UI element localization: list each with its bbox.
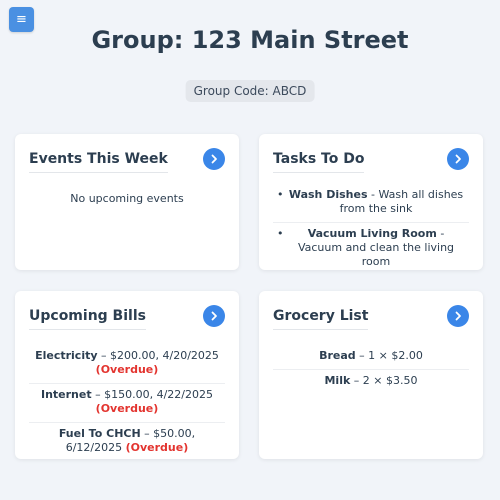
events-card-header: Events This Week [29, 148, 225, 178]
grocery-card-header: Grocery List [273, 305, 469, 335]
grocery-details: – 1 × $2.00 [355, 349, 423, 362]
overdue-badge: (Overdue) [95, 402, 159, 415]
events-open-button[interactable] [203, 148, 225, 170]
bill-item[interactable]: Internet – $150.00, 4/22/2025 (Overdue) [29, 383, 225, 422]
dashboard-page: ≡ Group: 123 Main Street Group Code: ABC… [0, 0, 500, 500]
chevron-right-icon [211, 154, 217, 164]
bills-open-button[interactable] [203, 305, 225, 327]
bill-item[interactable]: Electricity – $200.00, 4/20/2025 (Overdu… [29, 345, 225, 383]
tasks-card-body: • Wash Dishes - Wash all dishes from the… [273, 184, 469, 275]
bullet-icon: • [277, 227, 284, 240]
grocery-item[interactable]: Milk – 2 × $3.50 [273, 369, 469, 394]
bills-card-header: Upcoming Bills [29, 305, 225, 335]
bill-item[interactable]: Fuel To CHCH – $50.00, 6/12/2025 (Overdu… [29, 422, 225, 461]
grocery-name: Bread [319, 349, 356, 362]
bill-name: Fuel To CHCH [58, 427, 141, 440]
tasks-card-header: Tasks To Do [273, 148, 469, 178]
task-name: Wash Dishes [288, 188, 368, 201]
tasks-card-title: Tasks To Do [273, 151, 365, 173]
bullet-icon: • [277, 188, 284, 201]
bill-details: – $200.00, 4/20/2025 [97, 349, 219, 362]
bill-name: Internet [40, 388, 92, 401]
chevron-right-icon [211, 311, 217, 321]
grocery-open-button[interactable] [447, 305, 469, 327]
events-empty-message: No upcoming events [70, 192, 184, 205]
chevron-right-icon [455, 154, 461, 164]
task-item[interactable]: • Vacuum Living Room - Vacuum and clean … [273, 222, 469, 275]
grocery-name: Milk [324, 374, 351, 387]
bills-card: Upcoming Bills Electricity – $200.00, 4/… [15, 291, 239, 459]
tasks-card: Tasks To Do • Wash Dishes - Wash all dis… [259, 134, 483, 270]
chevron-right-icon [455, 311, 461, 321]
task-name: Vacuum Living Room [307, 227, 437, 240]
grocery-card-title: Grocery List [273, 308, 369, 330]
grocery-card-body: Bread – 1 × $2.00 Milk – 2 × $3.50 [273, 345, 469, 394]
group-code-badge: Group Code: ABCD [185, 80, 315, 102]
page-title: Group: 123 Main Street [91, 26, 409, 54]
grocery-details: – 2 × $3.50 [350, 374, 418, 387]
hamburger-icon: ≡ [16, 12, 27, 27]
bill-name: Electricity [35, 349, 98, 362]
grocery-item[interactable]: Bread – 1 × $2.00 [273, 345, 469, 369]
bills-card-body: Electricity – $200.00, 4/20/2025 (Overdu… [29, 345, 225, 461]
tasks-open-button[interactable] [447, 148, 469, 170]
grocery-card: Grocery List Bread – 1 × $2.00 Milk – 2 … [259, 291, 483, 459]
bill-details: – $150.00, 4/22/2025 [91, 388, 213, 401]
events-card: Events This Week No upcoming events [15, 134, 239, 270]
events-card-body: No upcoming events [29, 186, 225, 205]
task-list: • Wash Dishes - Wash all dishes from the… [273, 184, 469, 275]
overdue-badge: (Overdue) [125, 441, 189, 454]
bills-card-title: Upcoming Bills [29, 308, 146, 330]
overdue-badge: (Overdue) [95, 363, 159, 376]
task-item[interactable]: • Wash Dishes - Wash all dishes from the… [273, 184, 469, 222]
events-card-title: Events This Week [29, 151, 168, 173]
